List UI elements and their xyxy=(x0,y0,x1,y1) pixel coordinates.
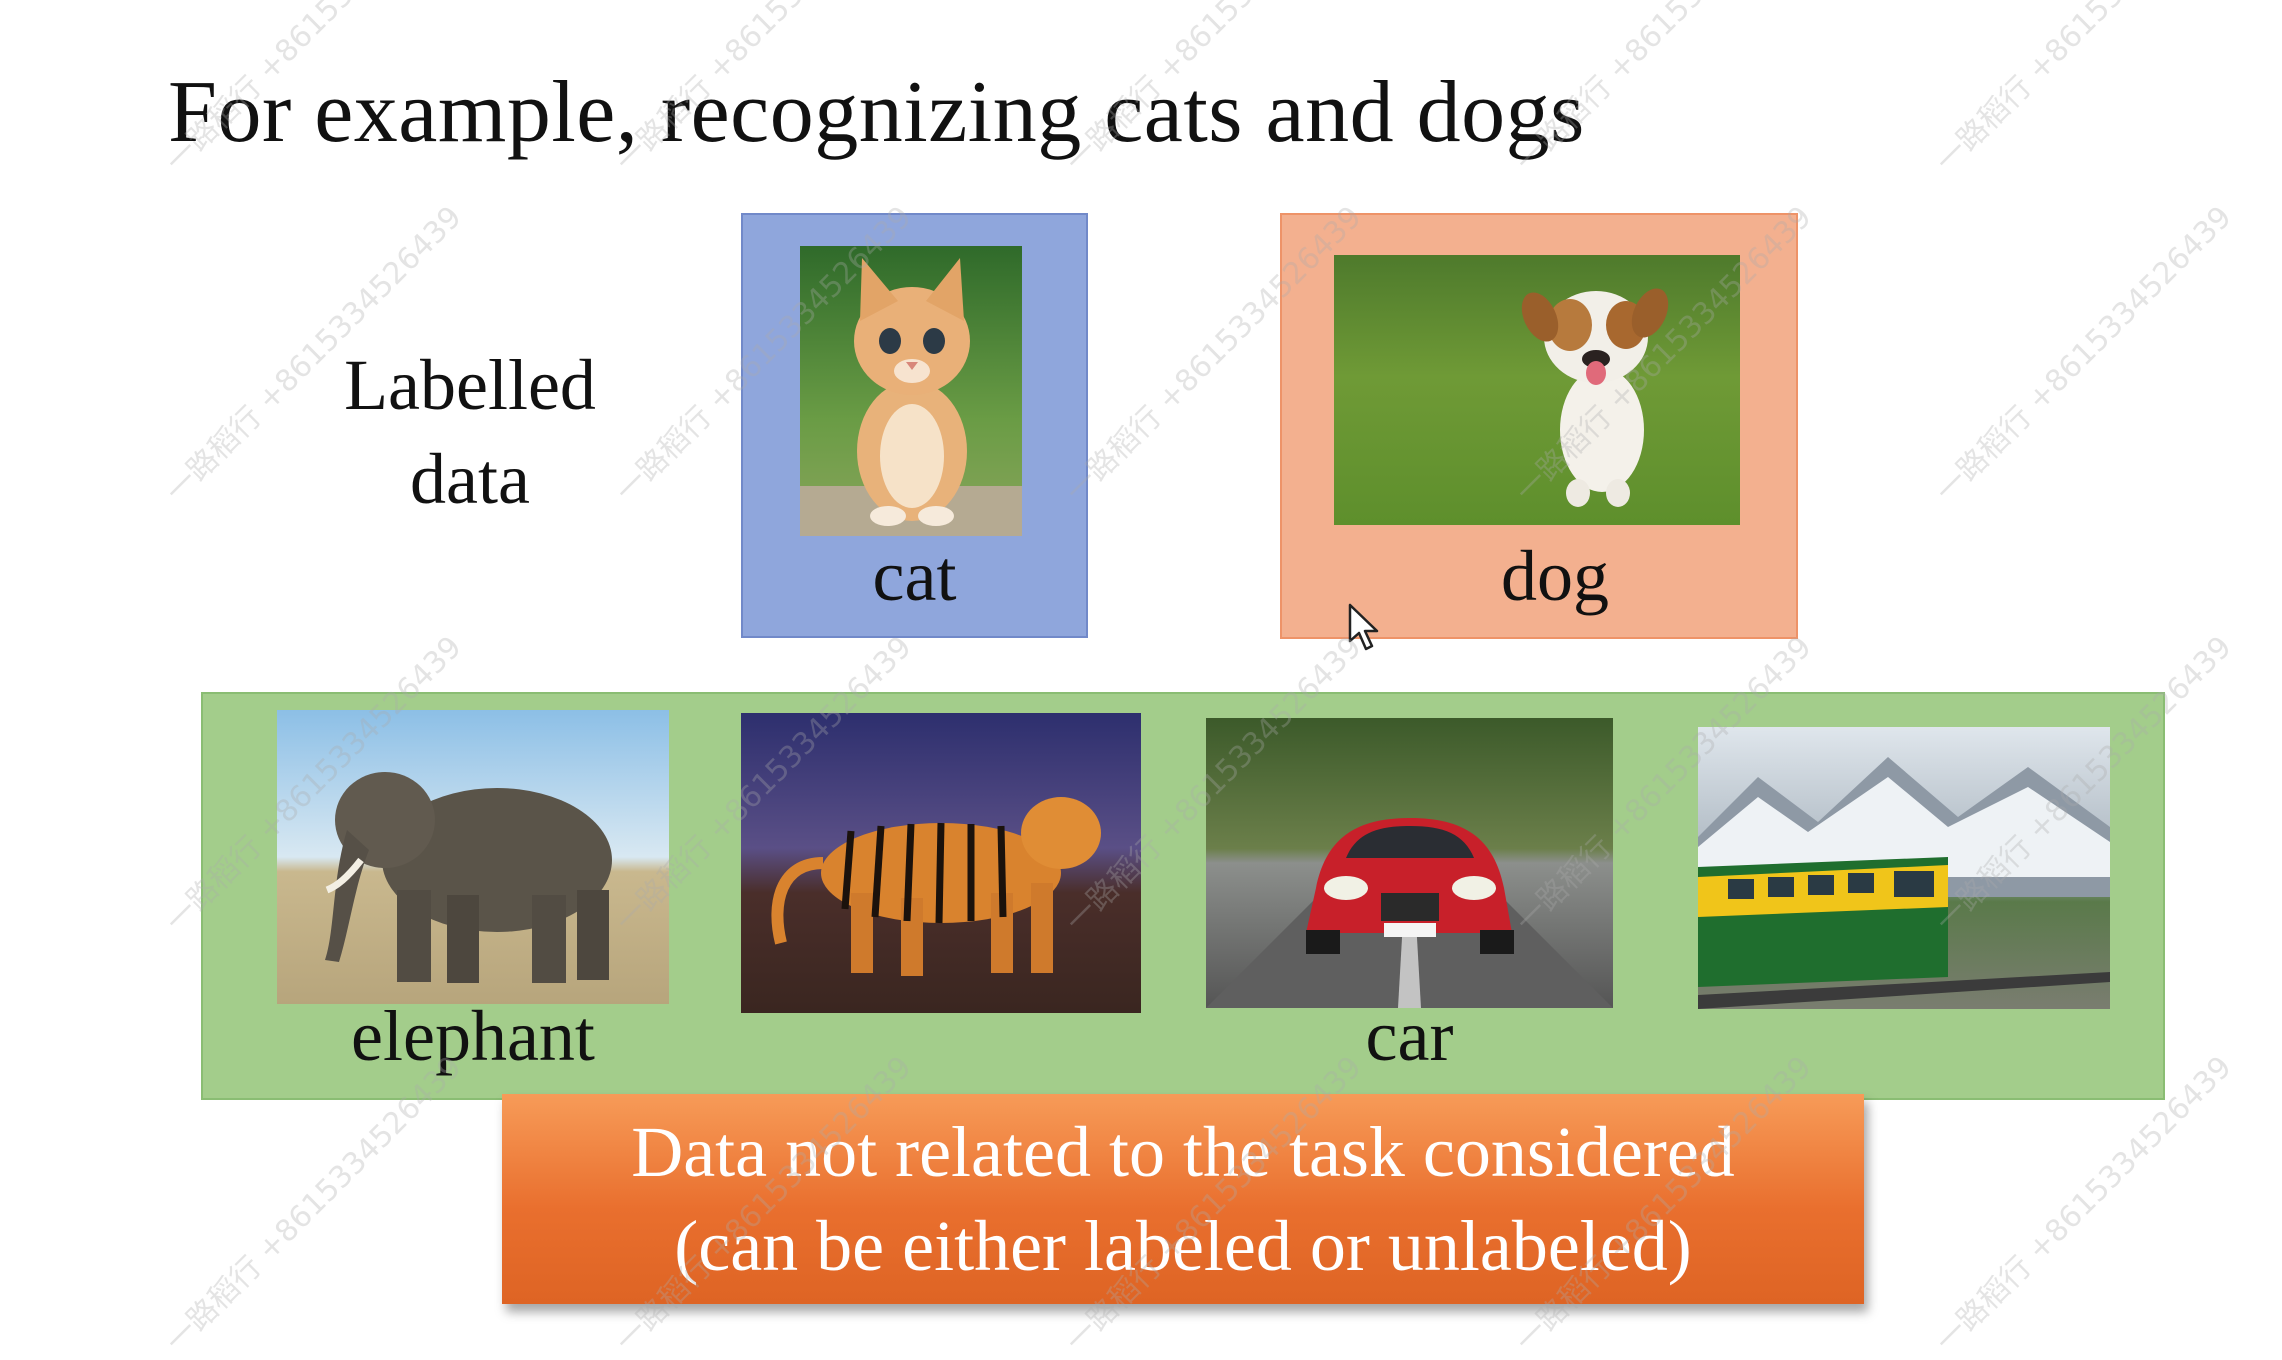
elephant-label: elephant xyxy=(351,996,595,1076)
train-photo xyxy=(1698,727,2110,1009)
tiger-photo xyxy=(741,713,1141,1013)
callout-line2: (can be either labeled or unlabeled) xyxy=(674,1206,1692,1286)
slide: For example, recognizing cats and dogs L… xyxy=(0,0,2282,1359)
labelled-data-line1: Labelled xyxy=(344,345,596,425)
unrelated-data-callout: Data not related to the task considered … xyxy=(502,1094,1864,1304)
watermark: 一路稻行 +8615334526439 xyxy=(1929,199,2239,510)
labelled-data-line2: data xyxy=(410,439,530,519)
cat-photo xyxy=(800,246,1022,536)
labelled-data-label: Labelled data xyxy=(300,338,640,526)
elephant-photo xyxy=(277,710,669,1004)
mouse-pointer-icon xyxy=(1348,603,1379,651)
cat-label: cat xyxy=(872,536,957,616)
callout-line1: Data not related to the task considered xyxy=(631,1112,1735,1192)
car-photo xyxy=(1206,718,1613,1008)
dog-photo xyxy=(1334,255,1740,525)
slide-title: For example, recognizing cats and dogs xyxy=(168,64,1585,161)
watermark: 一路稻行 +8615334526439 xyxy=(1929,0,2239,180)
car-label: car xyxy=(1365,996,1454,1076)
